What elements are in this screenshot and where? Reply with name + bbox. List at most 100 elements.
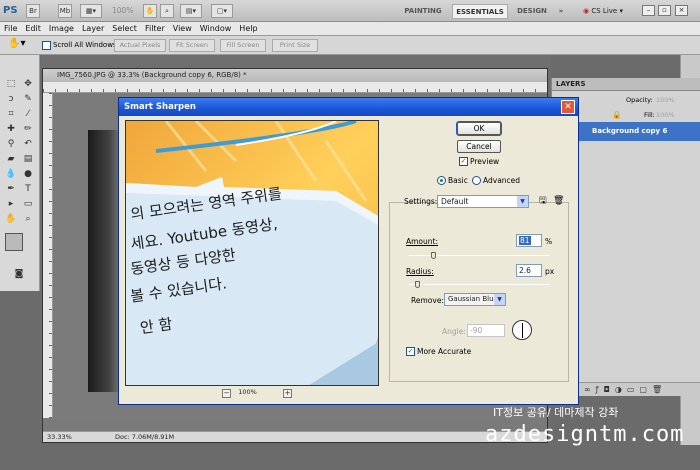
remove-select[interactable]: Gaussian Blur ▼: [444, 293, 506, 306]
brush-tool-icon[interactable]: ✏: [21, 122, 35, 136]
advanced-label: Advanced: [483, 176, 521, 185]
minibridge-icon[interactable]: Mb: [58, 4, 72, 18]
path-select-tool-icon[interactable]: ▸: [4, 197, 18, 211]
type-tool-icon[interactable]: T: [21, 182, 35, 196]
angle-input[interactable]: -90: [467, 324, 505, 337]
amount-slider[interactable]: [409, 255, 549, 256]
hand-tool-icon[interactable]: ✋▾: [8, 39, 25, 49]
menu-select[interactable]: Select: [108, 22, 141, 36]
lasso-tool-icon[interactable]: ↄ: [4, 92, 18, 106]
arrange-documents-icon[interactable]: ▤▾: [180, 4, 202, 18]
eraser-tool-icon[interactable]: ▰: [4, 152, 18, 166]
quick-mask-icon[interactable]: ◙: [12, 267, 26, 281]
amount-input[interactable]: 81: [516, 234, 542, 247]
maximize-button[interactable]: ▫: [658, 5, 671, 16]
menu-edit[interactable]: Edit: [21, 22, 45, 36]
options-bar: ✋▾ Scroll All Windows Actual Pixels Fit …: [0, 36, 700, 55]
fx-icon[interactable]: ƒ: [596, 385, 604, 394]
marquee-tool-icon[interactable]: ⬚: [4, 77, 18, 91]
app-bar: PS Br Mb ▦▾ 100% ✋ ⌕ ▤▾ ▢▾ PAINTING ESSE…: [0, 0, 700, 22]
view-extras-icon[interactable]: ▦▾: [80, 4, 102, 18]
cancel-button[interactable]: Cancel: [457, 140, 501, 153]
amount-unit: %: [545, 237, 553, 246]
opacity-value[interactable]: 100%: [656, 95, 675, 105]
menu-file[interactable]: File: [0, 22, 21, 36]
adjustment-icon[interactable]: ◑: [615, 385, 627, 394]
settings-select[interactable]: Default ▼: [437, 195, 529, 208]
gradient-tool-icon[interactable]: ▤: [21, 152, 35, 166]
radius-unit: px: [545, 267, 555, 276]
radius-slider-thumb[interactable]: [414, 281, 420, 288]
group-icon[interactable]: ▭: [627, 385, 640, 394]
opacity-label: Opacity:: [626, 96, 653, 104]
cs-live-label: CS Live: [591, 7, 618, 15]
workspace-essentials[interactable]: ESSENTIALS: [452, 4, 508, 19]
bridge-icon[interactable]: Br: [26, 4, 40, 18]
more-accurate-checkbox[interactable]: ✓: [406, 347, 415, 356]
basic-radio[interactable]: [437, 176, 446, 185]
preview-checkbox[interactable]: ✓: [459, 157, 468, 166]
shape-tool-icon[interactable]: ▭: [21, 197, 35, 211]
zoom-readout[interactable]: 33.33%: [47, 432, 72, 443]
document-tab[interactable]: IMG_7560.JPG @ 33.3% (Background copy 6,…: [43, 69, 547, 82]
radius-label-text: Radius:: [406, 267, 434, 276]
preview-pane[interactable]: 의 모으려는 영역 주위를 세요. Youtube 동영상, 동영상 등 다양한…: [125, 120, 379, 386]
hand-icon[interactable]: ✋: [143, 4, 157, 18]
workspace-painting[interactable]: PAINTING: [400, 4, 446, 19]
fill-value[interactable]: 100%: [656, 110, 675, 120]
trash-icon[interactable]: 🗑: [652, 385, 667, 394]
layer-row[interactable]: Background copy 6: [577, 122, 700, 141]
close-button[interactable]: ×: [675, 5, 688, 16]
print-size-button[interactable]: Print Size: [272, 39, 318, 52]
foreground-color-swatch[interactable]: [5, 233, 23, 251]
quick-select-tool-icon[interactable]: ✎: [21, 92, 35, 106]
blur-tool-icon[interactable]: 💧: [4, 167, 18, 181]
radius-input[interactable]: 2.6: [516, 264, 542, 277]
hand-tool-panel-icon[interactable]: ✋: [4, 212, 18, 226]
fit-screen-button[interactable]: Fit Screen: [169, 39, 215, 52]
menu-image[interactable]: Image: [45, 22, 78, 36]
zoom-in-button[interactable]: +: [283, 389, 292, 398]
scroll-all-windows-checkbox[interactable]: [42, 41, 51, 50]
chevron-down-icon: ▼: [517, 196, 528, 207]
advanced-radio[interactable]: [472, 176, 481, 185]
mask-icon[interactable]: ◘: [604, 385, 615, 394]
angle-dial[interactable]: [512, 320, 532, 340]
menu-filter[interactable]: Filter: [141, 22, 169, 36]
minimize-button[interactable]: –: [642, 5, 655, 16]
actual-pixels-button[interactable]: Actual Pixels: [114, 39, 166, 52]
ok-button[interactable]: OK: [456, 121, 502, 136]
menu-help[interactable]: Help: [235, 22, 261, 36]
clone-stamp-tool-icon[interactable]: ⚲: [4, 137, 18, 151]
radius-slider[interactable]: [409, 284, 549, 285]
menu-view[interactable]: View: [169, 22, 196, 36]
more-workspaces-icon[interactable]: »: [554, 4, 568, 19]
eyedropper-tool-icon[interactable]: ⁄: [21, 107, 35, 121]
workspace-design[interactable]: DESIGN: [512, 4, 552, 19]
zoom-tool-icon[interactable]: ⌕: [160, 4, 174, 18]
layers-tab[interactable]: LAYERS: [552, 78, 700, 91]
menu-layer[interactable]: Layer: [78, 22, 108, 36]
save-settings-icon[interactable]: 🖫: [539, 196, 547, 206]
status-bar: 33.33% Doc: 7.06M/8.91M: [43, 431, 547, 442]
dodge-tool-icon[interactable]: ●: [21, 167, 35, 181]
move-tool-icon[interactable]: ✥: [21, 77, 35, 91]
menu-window[interactable]: Window: [196, 22, 236, 36]
lock-icon[interactable]: 🔒: [612, 110, 621, 120]
smart-sharpen-dialog: Smart Sharpen ✕ 의 모으려는 영역 주위를 세요. Youtub…: [118, 97, 579, 405]
screen-mode-icon[interactable]: ▢▾: [211, 4, 233, 18]
link-layers-icon[interactable]: ∞: [584, 385, 596, 394]
pen-tool-icon[interactable]: ✒: [4, 182, 18, 196]
cs-live-button[interactable]: ◉ CS Live ▾: [575, 4, 631, 19]
delete-settings-icon[interactable]: 🗑: [553, 196, 564, 206]
fill-screen-button[interactable]: Fill Screen: [220, 39, 266, 52]
zoom-level[interactable]: 100%: [112, 6, 133, 16]
zoom-tool-panel-icon[interactable]: ⌕: [21, 212, 35, 226]
healing-brush-tool-icon[interactable]: ✚: [4, 122, 18, 136]
history-brush-tool-icon[interactable]: ↶: [21, 137, 35, 151]
crop-tool-icon[interactable]: ⌗: [4, 107, 18, 121]
dialog-close-icon[interactable]: ✕: [561, 100, 575, 114]
new-layer-icon[interactable]: ▢: [639, 385, 652, 394]
amount-label-text: Amount:: [406, 237, 438, 246]
more-accurate-label: More Accurate: [417, 347, 472, 356]
